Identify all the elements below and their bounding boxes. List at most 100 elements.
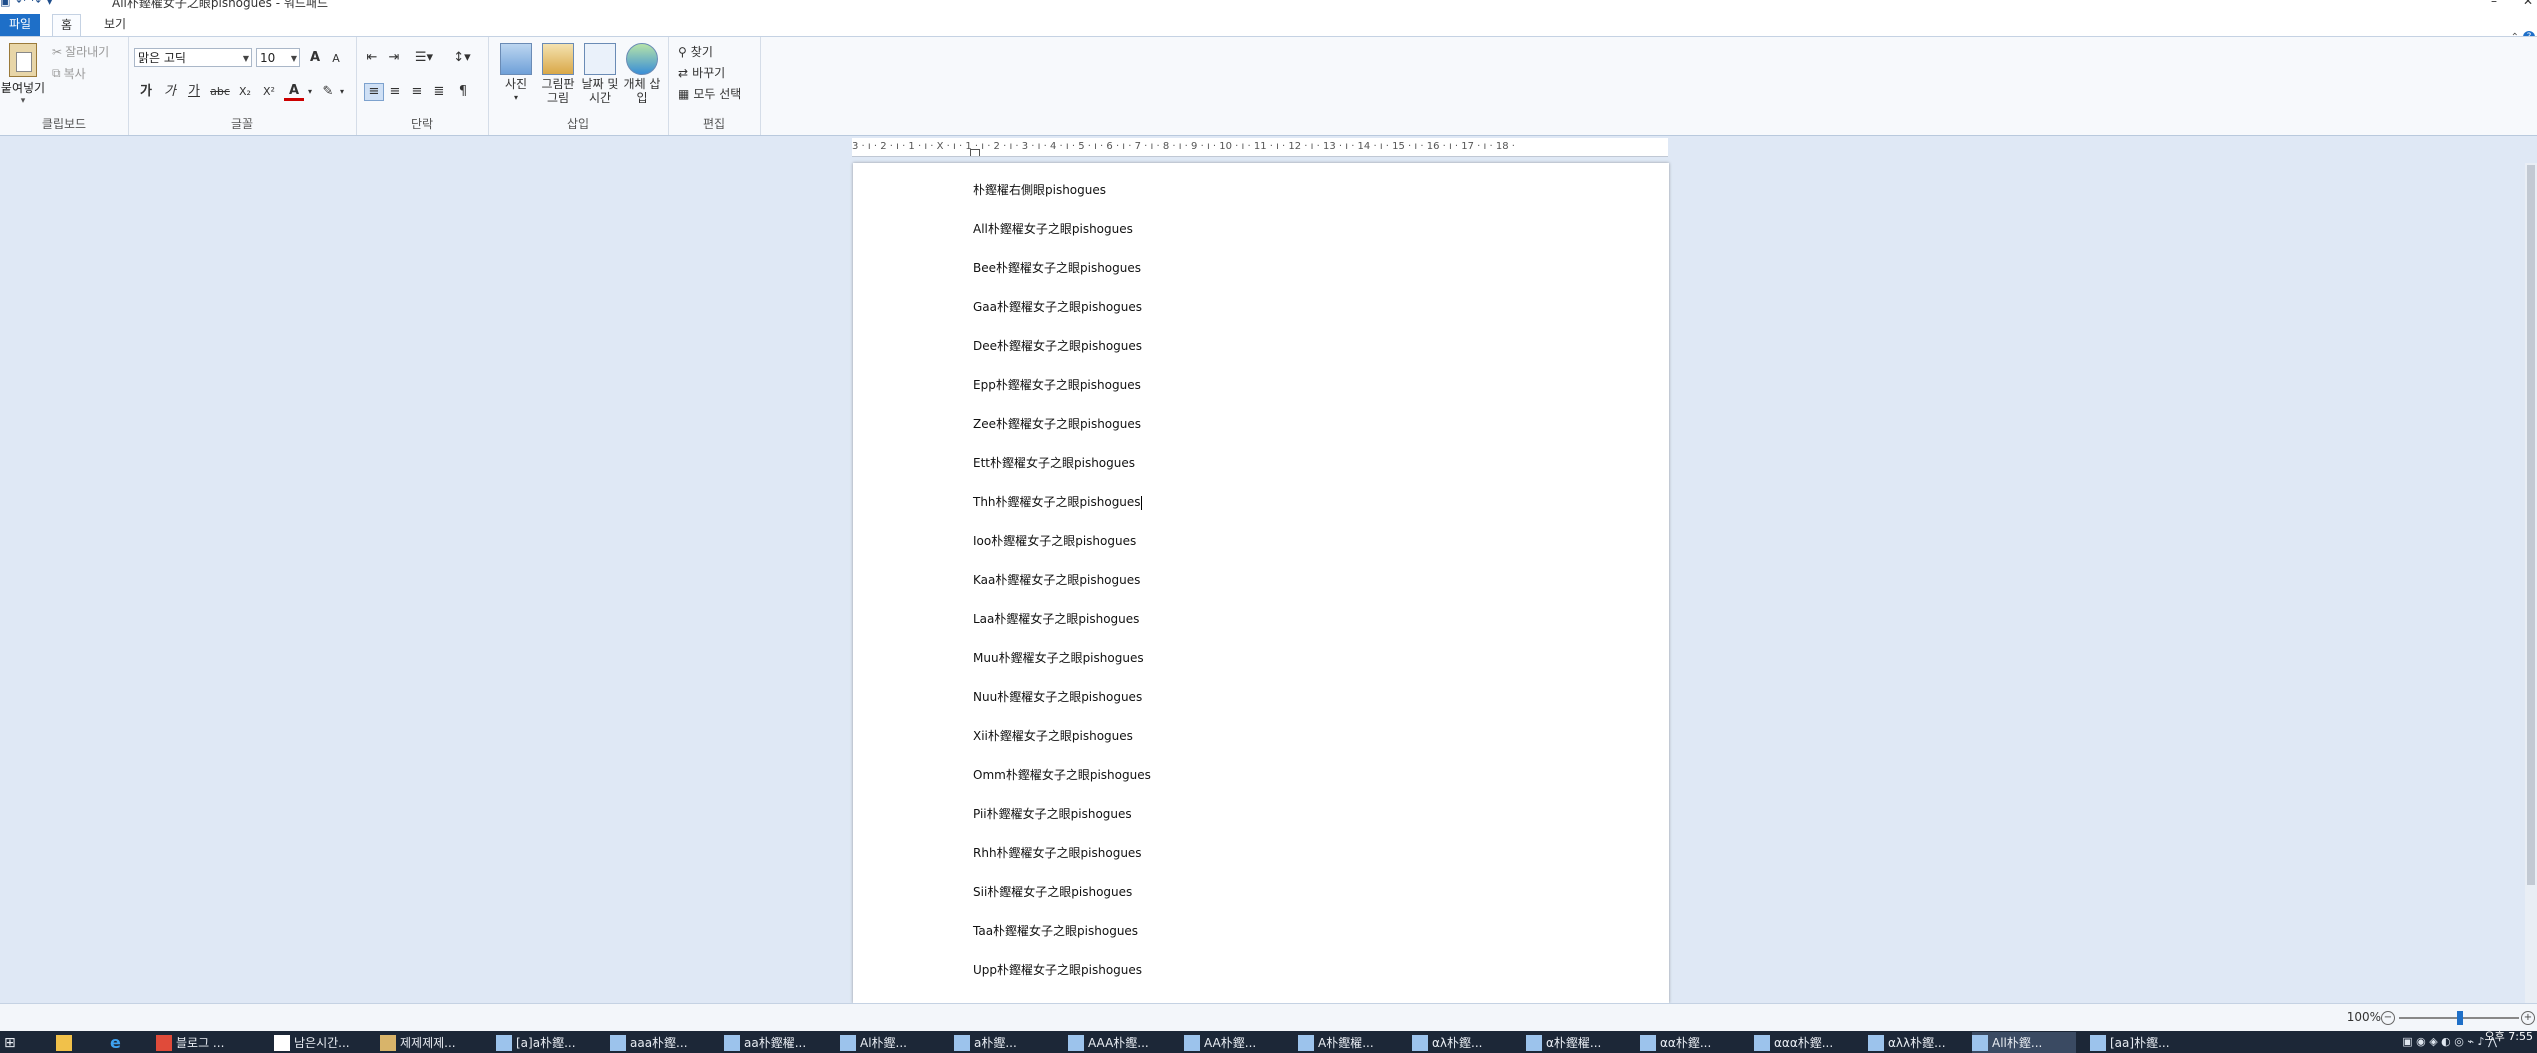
insert-object-button[interactable]: 개체 삽입 [622, 43, 662, 105]
ruler[interactable]: 3 · ı · 2 · ı · 1 · ı · X · ı · 1 · ı · … [852, 138, 1668, 157]
subscript-button[interactable]: X₂ [234, 83, 256, 101]
taskbar-item[interactable]: 제제제제... [380, 1032, 484, 1053]
customize-arrow-icon[interactable]: ▾ [47, 0, 53, 8]
align-center-icon[interactable]: ≡ [386, 83, 404, 101]
underline-button[interactable]: 가 [184, 83, 204, 101]
document-line[interactable]: Laa朴鏗櫂女子之眼pishogues [973, 610, 1139, 627]
app-icon [1754, 1034, 1770, 1051]
taskbar-item[interactable]: AA朴鏗... [1184, 1032, 1288, 1053]
document-page[interactable]: 朴鏗櫂右側眼pishogues All朴鏗櫂女子之眼pishogues Bee朴鏗櫂… [853, 163, 1669, 1003]
zoom-in-icon[interactable]: + [2521, 1011, 2535, 1025]
document-line[interactable]: All朴鏗櫂女子之眼pishogues [973, 220, 1133, 237]
taskbar-item[interactable]: ααα朴鏗... [1754, 1032, 1858, 1053]
decrease-indent-icon[interactable]: ⇤ [362, 49, 382, 67]
document-line[interactable]: Muu朴鏗櫂女子之眼pishogues [973, 649, 1144, 666]
line-spacing-icon[interactable]: ↕▾ [448, 49, 476, 67]
document-line[interactable]: Ett朴鏗櫂女子之眼pishogues [973, 454, 1135, 471]
taskbar-item[interactable]: [a]a朴鏗... [496, 1032, 600, 1053]
taskbar-item[interactable]: αλλ朴鏗... [1868, 1032, 1972, 1053]
taskbar-item[interactable]: A朴鏗櫂... [1298, 1032, 1402, 1053]
bullet-list-icon[interactable]: ☰▾ [410, 49, 438, 67]
insert-picture-button[interactable]: 사진 ▾ [496, 43, 536, 105]
document-line[interactable]: Ioo朴鏗櫂女子之眼pishogues [973, 532, 1136, 549]
clock[interactable]: 오후 7:55 [2485, 1031, 2533, 1043]
paste-button[interactable]: 붙여넣기 ▾ [0, 43, 46, 106]
taskbar-item[interactable]: α朴鏗櫂... [1526, 1032, 1630, 1053]
system-tray[interactable]: ▣ ◉ ◈ ◐ ◎ ⌁ ♪ ⋀ [2402, 1035, 2497, 1048]
document-line[interactable]: Dee朴鏗櫂女子之眼pishogues [973, 337, 1142, 354]
undo-icon[interactable]: ↶ [16, 0, 25, 8]
find-button[interactable]: ⚲ 찾기 [678, 43, 713, 60]
replace-button[interactable]: ⇄ 바꾸기 [678, 64, 725, 81]
indent-marker[interactable] [970, 149, 980, 156]
minimize-button[interactable]: – [2491, 0, 2497, 8]
document-line[interactable]: 朴鏗櫂右側眼pishogues [973, 181, 1106, 198]
chevron-down-icon[interactable]: ▾ [306, 83, 314, 101]
select-all-button[interactable]: ▦ 모두 선택 [678, 85, 741, 102]
align-left-icon[interactable]: ≡ [364, 83, 384, 101]
vertical-scrollbar[interactable] [2525, 163, 2537, 1003]
taskbar-item[interactable]: αα朴鏗... [1640, 1032, 1744, 1053]
document-line[interactable]: Kaa朴鏗櫂女子之眼pishogues [973, 571, 1140, 588]
file-explorer-button[interactable] [56, 1032, 72, 1053]
tab-view[interactable]: 보기 [96, 14, 134, 36]
taskbar-item[interactable]: [aa]朴鏗... [2090, 1032, 2194, 1053]
font-color-button[interactable]: A [284, 83, 304, 101]
shrink-font-button[interactable]: A [328, 50, 344, 68]
taskbar-item-label: a朴鏗... [974, 1036, 1017, 1050]
document-line[interactable]: Omm朴鏗櫂女子之眼pishogues [973, 766, 1151, 783]
save-icon[interactable]: ▣ [0, 0, 10, 8]
justify-icon[interactable]: ≣ [430, 83, 448, 101]
zoom-out-icon[interactable]: − [2381, 1011, 2395, 1025]
taskbar-item[interactable]: AAA朴鏗... [1068, 1032, 1172, 1053]
document-line[interactable]: Epp朴鏗櫂女子之眼pishogues [973, 376, 1141, 393]
start-button[interactable]: ⊞ [4, 1032, 26, 1053]
taskbar-item[interactable]: Al朴鏗... [840, 1032, 944, 1053]
paragraph-settings-icon[interactable]: ¶ [454, 83, 472, 101]
app-icon [1526, 1034, 1542, 1051]
document-line[interactable]: Bee朴鏗櫂女子之眼pishogues [973, 259, 1141, 276]
align-right-icon[interactable]: ≡ [408, 83, 426, 101]
taskbar-item[interactable]: All朴鏗... [1972, 1032, 2076, 1053]
date-time-button[interactable]: 날짜 및 시간 [580, 43, 620, 105]
taskbar-item[interactable]: aaa朴鏗... [610, 1032, 714, 1053]
taskbar-item[interactable]: a朴鏗... [954, 1032, 1058, 1053]
document-line[interactable]: Rhh朴鏗櫂女子之眼pishogues [973, 844, 1142, 861]
tab-home[interactable]: 홈 [52, 14, 82, 36]
taskbar-item[interactable]: αλ朴鏗... [1412, 1032, 1516, 1053]
tab-file[interactable]: 파일 [0, 14, 40, 36]
italic-button[interactable]: 가 [160, 83, 180, 101]
document-line[interactable]: Sii朴鏗櫂女子之眼pishogues [973, 883, 1132, 900]
redo-icon[interactable]: ↷ [32, 0, 41, 8]
highlight-icon[interactable]: ✎ [318, 83, 338, 101]
document-line[interactable]: Gaa朴鏗櫂女子之眼pishogues [973, 298, 1142, 315]
zoom-slider-knob[interactable] [2457, 1011, 2463, 1025]
document-line[interactable]: Zee朴鏗櫂女子之眼pishogues [973, 415, 1141, 432]
document-line[interactable]: Pii朴鏗櫂女子之眼pishogues [973, 805, 1132, 822]
scrollbar-thumb[interactable] [2527, 165, 2535, 885]
increase-indent-icon[interactable]: ⇥ [384, 49, 404, 67]
paragraph-group: ⇤ ⇥ ☰▾ ↕▾ ≡ ≡ ≡ ≣ ¶ 단락 [356, 37, 489, 135]
document-line[interactable]: Nuu朴鏗櫂女子之眼pishogues [973, 688, 1142, 705]
cut-button[interactable]: ✂ 잘라내기 [52, 43, 109, 60]
document-line[interactable]: Upp朴鏗櫂女子之眼pishogues [973, 961, 1142, 978]
strikethrough-button[interactable]: abc [208, 83, 232, 101]
document-line[interactable]: Xii朴鏗櫂女子之眼pishogues [973, 727, 1133, 744]
taskbar-item[interactable]: 블로그 ... [156, 1032, 260, 1053]
chevron-down-icon[interactable]: ▾ [338, 83, 346, 101]
grow-font-button[interactable]: A [306, 49, 324, 67]
font-size-select[interactable]: 10 ▼ [256, 48, 300, 67]
paint-drawing-button[interactable]: 그림판 그림 [538, 43, 578, 105]
superscript-button[interactable]: X² [258, 83, 280, 101]
font-family-select[interactable]: 맑은 고딕 ▼ [134, 48, 252, 67]
bold-button[interactable]: 가 [136, 83, 156, 101]
zoom-slider[interactable] [2399, 1011, 2519, 1025]
copy-button[interactable]: ⧉ 복사 [52, 65, 86, 82]
close-button[interactable]: ✕ [2523, 0, 2533, 8]
document-line[interactable]: Thh朴鏗櫂女子之眼pishogues [973, 493, 1142, 510]
text-cursor [1140, 495, 1142, 510]
document-line[interactable]: Taa朴鏗櫂女子之眼pishogues [973, 922, 1138, 939]
taskbar-item[interactable]: 남은시간... [274, 1032, 378, 1053]
internet-explorer-button[interactable]: e [110, 1032, 121, 1053]
taskbar-item[interactable]: aa朴鏗櫂... [724, 1032, 828, 1053]
